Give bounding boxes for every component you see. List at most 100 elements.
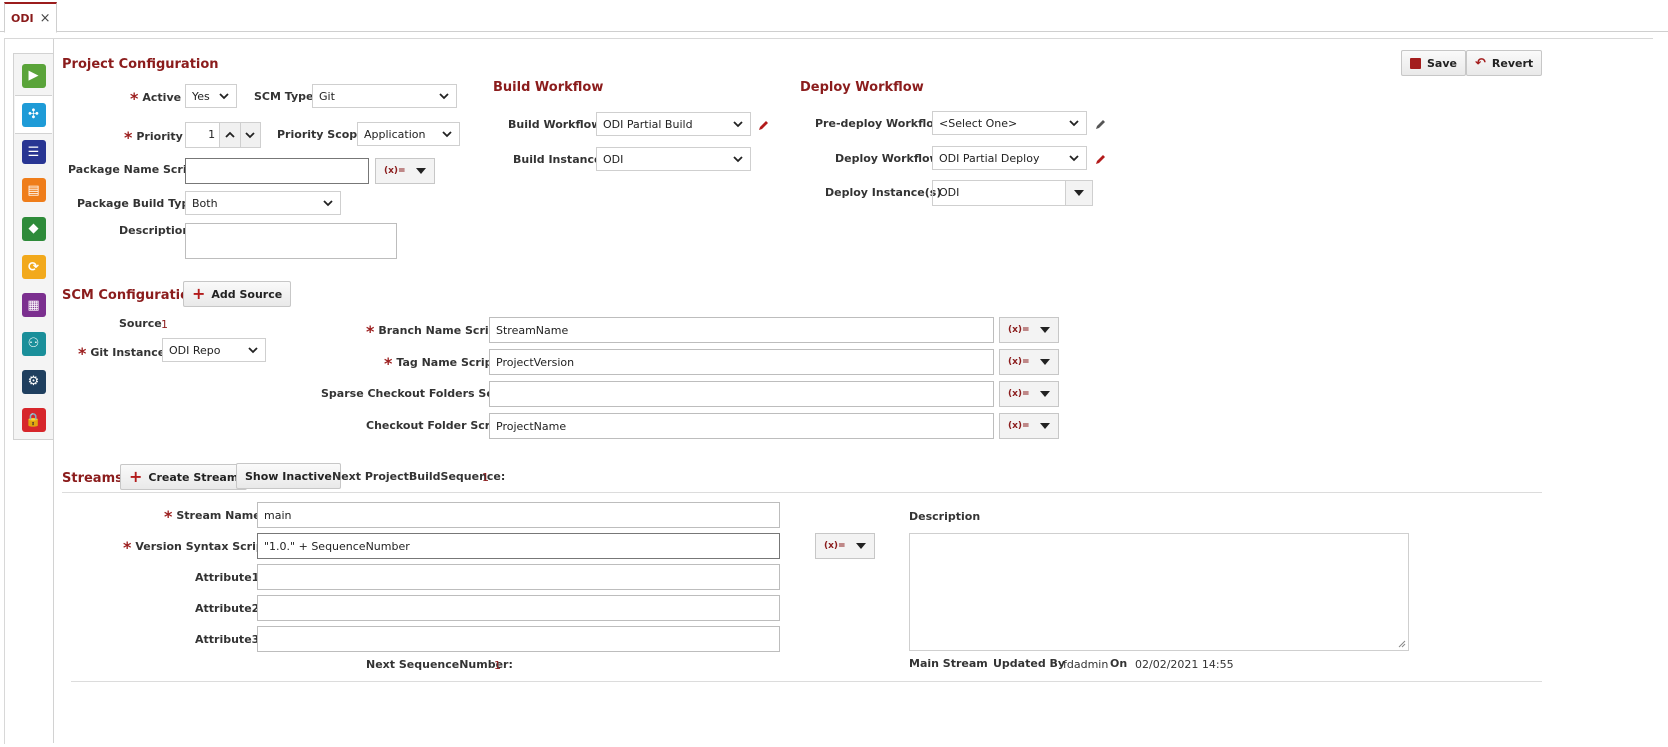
lock-icon: 🔒 (21, 408, 46, 433)
sparse-fx-button[interactable]: (x)= (999, 381, 1059, 407)
active-label: * Active (130, 89, 182, 108)
attribute1-label: Attribute1 (195, 571, 260, 584)
next-sequence-number-value: 1 (494, 659, 501, 672)
stream-description-textarea[interactable] (909, 533, 1409, 651)
chevron-down-icon (733, 121, 743, 128)
stream-description-label: Description (909, 510, 981, 523)
chevron-down-icon (1069, 155, 1079, 162)
build-workflow-label: Build Workflow (508, 118, 602, 131)
sidebar: ▶ ✣ ☰ ▤ ◆ ⟳ ▦ ⚇ ⚙ 🔒 (13, 53, 54, 440)
sidebar-item-package[interactable]: ◆ (15, 210, 52, 247)
scm-type-select[interactable]: Git (312, 84, 457, 108)
package-name-script-input[interactable] (185, 158, 369, 184)
caret-down-icon (1040, 423, 1050, 429)
decrement-button[interactable] (239, 123, 260, 147)
next-project-build-sequence-value: 1 (482, 471, 489, 484)
attribute1-input[interactable] (257, 564, 780, 590)
source-value: 1 (161, 318, 168, 331)
chevron-down-icon (442, 131, 452, 138)
chevron-down-icon (1069, 120, 1079, 127)
sidebar-item-robot[interactable]: ⚙ (15, 363, 52, 400)
document-icon: ▤ (21, 178, 46, 203)
save-button[interactable]: Save (1401, 50, 1466, 76)
branch-fx-button[interactable]: (x)= (999, 317, 1059, 343)
caret-down-icon (1040, 391, 1050, 397)
next-project-build-sequence-label: Next ProjectBuildSequence: (332, 470, 506, 483)
sidebar-item-network[interactable]: ⚇ (15, 325, 52, 362)
caret-down-icon (416, 168, 426, 174)
add-source-button[interactable]: + Add Source (183, 281, 292, 307)
attribute3-label: Attribute3 (195, 633, 260, 646)
plus-icon: + (129, 467, 143, 486)
edit-pencil-icon[interactable] (1094, 118, 1107, 131)
chevron-down-icon (248, 347, 258, 354)
sparse-checkout-label: Sparse Checkout Folders Script (321, 387, 516, 400)
package-icon: ◆ (21, 216, 46, 241)
tag-name-script-input[interactable]: ProjectVersion (489, 349, 994, 375)
attribute2-input[interactable] (257, 595, 780, 621)
tag-fx-button[interactable]: (x)= (999, 349, 1059, 375)
branch-name-script-label: * Branch Name Script (366, 322, 502, 341)
sidebar-item-document[interactable]: ▤ (15, 172, 52, 209)
network-icon: ⚇ (21, 331, 46, 356)
package-name-fx-button[interactable]: (x)= (375, 158, 435, 184)
build-workflow-select[interactable]: ODI Partial Build (596, 112, 751, 136)
stream-name-input[interactable]: main (257, 502, 780, 528)
attribute2-label: Attribute2 (195, 602, 260, 615)
deploy-instances-label: Deploy Instance(s) (825, 186, 942, 199)
version-syntax-script-input[interactable]: "1.0." + SequenceNumber (257, 533, 780, 559)
caret-down-icon (1040, 359, 1050, 365)
edit-pencil-icon[interactable] (757, 119, 770, 132)
checkout-folder-label: Checkout Folder Script (366, 419, 508, 432)
source-label: Source (119, 317, 162, 330)
revert-button[interactable]: ↶ Revert (1466, 50, 1543, 76)
priority-scope-select[interactable]: Application (357, 122, 460, 146)
close-icon[interactable]: × (40, 11, 51, 26)
save-icon (1410, 57, 1421, 69)
priority-stepper[interactable]: 1 (185, 122, 261, 148)
version-fx-button[interactable]: (x)= (815, 533, 875, 559)
tab-bar: ODI × (0, 0, 1668, 33)
sparse-checkout-input[interactable] (489, 381, 994, 407)
git-instance-select[interactable]: ODI Repo (162, 338, 266, 362)
divider (62, 492, 1542, 493)
build-instance-select[interactable]: ODI (596, 147, 751, 171)
increment-button[interactable] (219, 123, 240, 147)
sidebar-item-report[interactable]: ▦ (15, 287, 52, 324)
report-icon: ▦ (21, 293, 46, 318)
description-input[interactable] (185, 223, 397, 259)
active-select[interactable]: Yes (185, 84, 237, 108)
next-sequence-number-label: Next SequenceNumber: (366, 658, 513, 671)
chevron-down-icon (219, 93, 229, 100)
package-build-type-select[interactable]: Both (185, 191, 341, 215)
sidebar-item-workflow[interactable]: ✣ (15, 95, 52, 135)
resize-handle-icon (1398, 640, 1406, 648)
tab-odi[interactable]: ODI × (4, 2, 58, 33)
package-name-script-label: Package Name Script (68, 163, 200, 176)
main-stream-label: Main Stream (909, 657, 988, 670)
sidebar-item-play-gear[interactable]: ▶ (15, 57, 52, 94)
refresh-icon: ⟳ (21, 255, 46, 279)
caret-down-icon[interactable] (1065, 181, 1092, 205)
sidebar-item-refresh[interactable]: ⟳ (15, 249, 52, 286)
pre-deploy-workflow-select[interactable]: <Select One> (932, 111, 1087, 135)
sidebar-item-lock[interactable]: 🔒 (15, 402, 52, 439)
checkout-fx-button[interactable]: (x)= (999, 413, 1059, 439)
plus-icon: + (192, 284, 206, 303)
edit-pencil-icon[interactable] (1094, 153, 1107, 166)
attribute3-input[interactable] (257, 626, 780, 652)
tag-name-script-label: * Tag Name Script (384, 354, 498, 373)
build-instance-label: Build Instance (513, 153, 602, 166)
checkout-folder-input[interactable]: ProjectName (489, 413, 994, 439)
create-stream-button[interactable]: + Create Stream (120, 464, 248, 490)
pre-deploy-workflow-label: Pre-deploy Workflow (815, 117, 944, 130)
deploy-workflow-select[interactable]: ODI Partial Deploy (932, 146, 1087, 170)
workflow-icon: ✣ (21, 102, 46, 127)
deploy-workflow-label: Deploy Workflow (835, 152, 940, 165)
sidebar-item-list[interactable]: ☰ (15, 134, 52, 171)
updated-by-value: fdadmin (1063, 658, 1109, 671)
branch-name-script-input[interactable]: StreamName (489, 317, 994, 343)
on-value: 02/02/2021 14:55 (1135, 658, 1234, 671)
deploy-instances-select[interactable]: ODI (932, 180, 1093, 206)
show-inactive-button[interactable]: Show Inactive (236, 463, 341, 489)
